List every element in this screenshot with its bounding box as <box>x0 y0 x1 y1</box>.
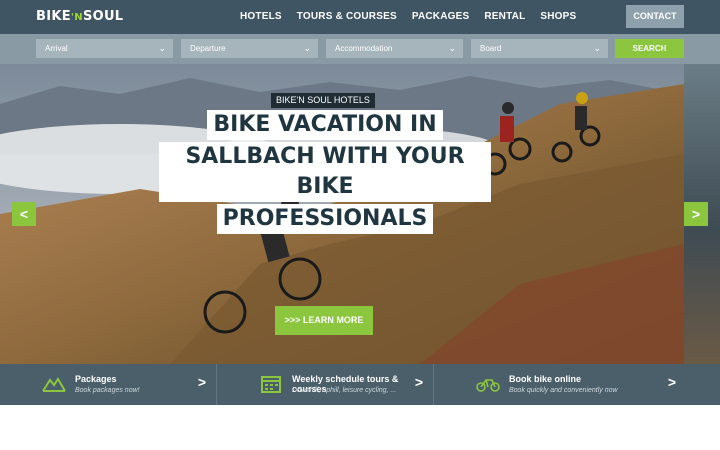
feature-subtitle: Book packages now! <box>75 387 140 394</box>
logo-text-mid: 'N <box>70 12 83 23</box>
contact-button[interactable]: CONTACT <box>626 5 684 28</box>
bicycle-icon <box>476 379 500 392</box>
hero-title-line: PROFESSIONALS <box>216 204 434 234</box>
calendar-icon <box>261 376 281 393</box>
chevron-down-icon: ⌄ <box>593 43 601 53</box>
feature-book-bike[interactable]: Book bike online Book quickly and conven… <box>434 364 686 405</box>
hero-title-line: SALLBACH WITH YOUR BIKE <box>159 142 491 202</box>
feature-schedule[interactable]: Weekly schedule tours & courses Downhill… <box>217 364 434 405</box>
departure-select[interactable]: Departure ⌄ <box>181 39 318 58</box>
hero-tag: BIKE'N SOUL HOTELS <box>271 93 375 108</box>
feature-title: Book bike online <box>509 374 582 384</box>
nav-item-packages[interactable]: PACKAGES <box>412 11 470 22</box>
logo-text-left: BIKE <box>36 9 71 24</box>
feature-packages[interactable]: Packages Book packages now! > <box>0 364 217 405</box>
nav-item-tours-courses[interactable]: TOURS & COURSES <box>297 11 397 22</box>
hero-slider: BIKE'N SOUL HOTELS BIKE VACATION IN SALL… <box>0 64 720 364</box>
nav-item-hotels[interactable]: HOTELS <box>240 11 282 22</box>
feature-title: Packages <box>75 374 117 384</box>
chevron-down-icon: ⌄ <box>158 43 166 53</box>
site-header: BIKE'NSOUL HOTELS TOURS & COURSES PACKAG… <box>0 0 720 34</box>
hero-title: BIKE VACATION IN SALLBACH WITH YOUR BIKE… <box>159 110 491 236</box>
accommodation-select[interactable]: Accommodation ⌄ <box>326 39 463 58</box>
nav-item-shops[interactable]: SHOPS <box>540 11 576 22</box>
booking-bar: Arrival ⌄ Departure ⌄ Accommodation ⌄ Bo… <box>0 34 720 64</box>
arrival-select[interactable]: Arrival ⌄ <box>36 39 173 58</box>
chevron-right-icon: > <box>414 374 423 390</box>
logo[interactable]: BIKE'NSOUL <box>36 9 123 24</box>
feature-subtitle: Downhill, uphill, leisure cycling, ... <box>292 387 397 394</box>
board-select[interactable]: Board ⌄ <box>471 39 608 58</box>
prev-slide-button[interactable]: < <box>12 202 36 226</box>
feature-subtitle: Book quickly and conveniently now <box>509 387 618 394</box>
board-select-label: Board <box>480 44 502 53</box>
chevron-down-icon: ⌄ <box>448 43 456 53</box>
logo-text-right: SOUL <box>82 9 124 24</box>
mountain-icon <box>42 377 66 392</box>
chevron-down-icon: ⌄ <box>303 43 311 53</box>
departure-select-label: Departure <box>190 44 226 53</box>
main-nav: HOTELS TOURS & COURSES PACKAGES RENTAL S… <box>240 11 591 22</box>
learn-more-button[interactable]: >>> LEARN MORE <box>275 306 373 335</box>
chevron-right-icon: > <box>197 374 206 390</box>
arrival-select-label: Arrival <box>45 44 68 53</box>
page-content-area <box>0 405 720 450</box>
hero-title-line: BIKE VACATION IN <box>207 110 443 140</box>
search-button[interactable]: SEARCH <box>615 39 684 58</box>
next-slide-button[interactable]: > <box>684 202 708 226</box>
chevron-right-icon: > <box>667 374 676 390</box>
accommodation-select-label: Accommodation <box>335 44 393 53</box>
feature-strip: Packages Book packages now! > Weekly sch… <box>0 364 720 405</box>
nav-item-rental[interactable]: RENTAL <box>484 11 525 22</box>
